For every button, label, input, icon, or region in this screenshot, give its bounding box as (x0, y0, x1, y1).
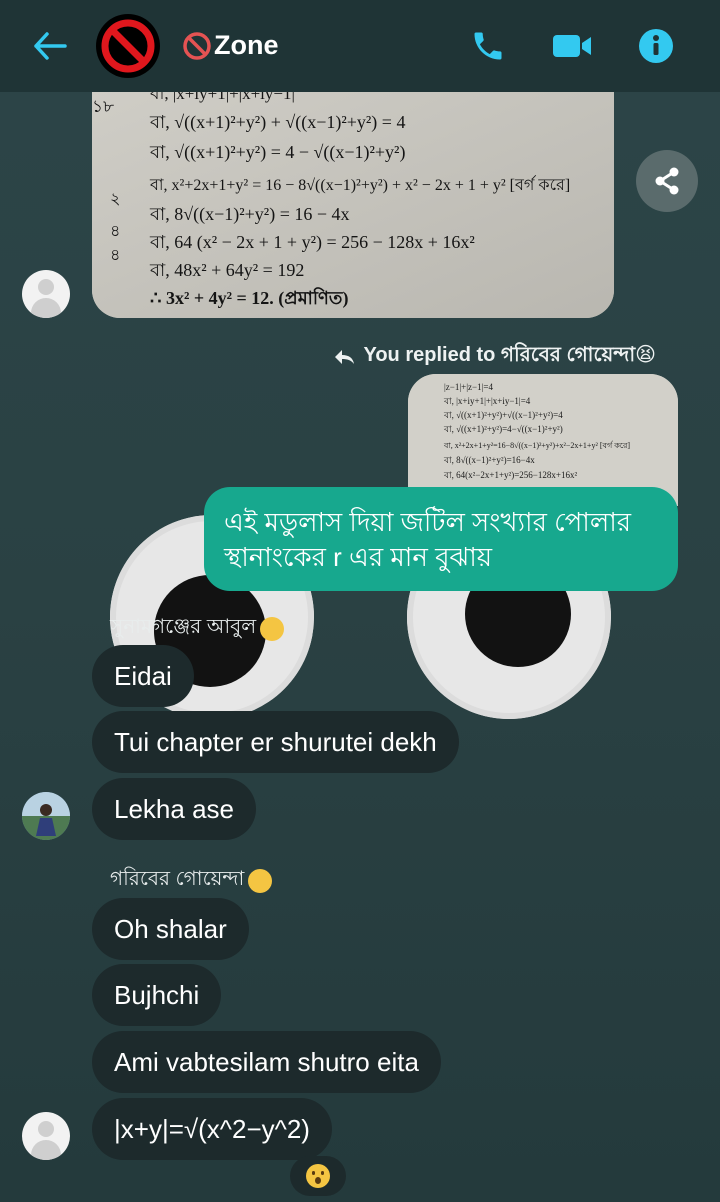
math-line: বা, 48x² + 64y² = 192 (149, 260, 304, 280)
reply-label: You replied to গরিবের গোয়েন্দা😫 (363, 344, 656, 366)
image-message[interactable]: ১৮ ২ ৪ ৪ বা, |x+iy+1|+|x+iy−1| বা, √((x+… (92, 92, 614, 318)
math-line: বা, √((x+1)²+y²) = 4 − √((x−1)²+y²) (149, 142, 405, 163)
math-line: বা, x²+2x+1+y²=16−8√((x−1)²+y²)+x²−2x+1+… (443, 441, 630, 450)
math-line: বা, 8√((x−1)²+y²) = 16 − 4x (149, 204, 350, 225)
math-line: বা, 64(x²−2x+1+y²)=256−128x+16x² (443, 470, 577, 480)
message-text: Bujhchi (114, 979, 200, 1010)
prohibited-icon (183, 31, 211, 60)
margin-mark: ১৮ (92, 97, 114, 116)
math-line: বা, √((x+1)²+y²)=4−√((x−1)²+y²) (443, 424, 563, 434)
prohibited-icon (101, 19, 155, 73)
message-text: Tui chapter er shurutei dekh (114, 726, 437, 757)
video-call-button[interactable] (550, 24, 594, 68)
message-text: Oh shalar (114, 913, 227, 944)
avatar[interactable] (22, 270, 70, 318)
share-button[interactable] (636, 150, 698, 212)
incoming-message[interactable]: Bujhchi (92, 964, 222, 1026)
chat-title[interactable]: Zone (182, 30, 279, 61)
reply-indicator: You replied to গরিবের গোয়েন্দা😫 (333, 340, 656, 373)
incoming-message[interactable]: Oh shalar (92, 898, 249, 960)
math-line: ∴ 3x² + 4y² = 12. (প্রমাণিত) (150, 287, 348, 309)
outgoing-message-text: এই মডুলাস দিয়া জটিল সংখ্যার পোলার স্থান… (224, 507, 632, 572)
sender-name: গরিবের গোয়েন্দা (110, 864, 273, 897)
reply-icon (335, 349, 355, 364)
incoming-message[interactable]: Ami vabtesilam shutro eita (92, 1031, 441, 1093)
smiling-face-icon (260, 616, 285, 641)
message-text: Lekha ase (114, 793, 234, 824)
math-line: বা, 64 (x² − 2x + 1 + y²) = 256 − 128x +… (149, 232, 475, 253)
chat-header: Zone (0, 0, 720, 92)
group-avatar[interactable] (96, 14, 160, 78)
profile-photo (22, 792, 70, 840)
tired-face-icon (248, 868, 273, 893)
math-line: |z−1|+|z−1|=4 (444, 382, 493, 392)
incoming-message[interactable]: Lekha ase (92, 778, 256, 840)
math-line: বা, |x+iy+1|+|x+iy−1| (149, 92, 295, 103)
margin-mark: ৪ (110, 247, 120, 264)
sender-name-text: সুনামগঞ্জের আবুল (110, 616, 257, 638)
surprised-face-icon (306, 1164, 330, 1188)
avatar[interactable] (22, 1112, 70, 1160)
video-camera-icon (553, 35, 591, 57)
incoming-message[interactable]: Eidai (92, 645, 194, 707)
chat-title-text: Zone (214, 30, 279, 60)
info-button[interactable] (634, 24, 678, 68)
phone-icon (474, 32, 502, 60)
message-text: |x+y|=√(x^2−y^2) (114, 1113, 310, 1144)
avatar[interactable] (22, 792, 70, 840)
incoming-message[interactable]: |x+y|=√(x^2−y^2) (92, 1098, 332, 1160)
message-reaction[interactable] (290, 1156, 346, 1196)
incoming-message[interactable]: Tui chapter er shurutei dekh (92, 711, 459, 773)
math-line: বা, |x+iy+1|+|x+iy−1|=4 (443, 396, 531, 406)
margin-mark: ৪ (110, 223, 120, 240)
math-photo: ১৮ ২ ৪ ৪ বা, |x+iy+1|+|x+iy−1| বা, √((x+… (92, 92, 614, 318)
math-line: বা, √((x+1)²+y²) + √((x−1)²+y²) = 4 (149, 112, 405, 133)
message-text: Ami vabtesilam shutro eita (114, 1046, 419, 1077)
call-button[interactable] (466, 24, 510, 68)
sender-name-text: গরিবের গোয়েন্দা (110, 868, 245, 890)
math-line: বা, x²+2x+1+y² = 16 − 8√((x−1)²+y²) + x²… (149, 175, 570, 194)
margin-mark: ২ (110, 191, 120, 208)
sender-name: সুনামগঞ্জের আবুল (110, 612, 285, 645)
back-button[interactable] (26, 26, 74, 66)
info-icon (639, 29, 673, 63)
arrow-left-icon (34, 32, 67, 60)
outgoing-message[interactable]: এই মডুলাস দিয়া জটিল সংখ্যার পোলার স্থান… (204, 487, 678, 591)
share-icon (655, 167, 679, 195)
math-line: বা, √((x+1)²+y²)+√((x−1)²+y²)=4 (443, 410, 563, 420)
message-text: Eidai (114, 660, 172, 691)
math-line: বা, 8√((x−1)²+y²)=16−4x (443, 455, 535, 465)
